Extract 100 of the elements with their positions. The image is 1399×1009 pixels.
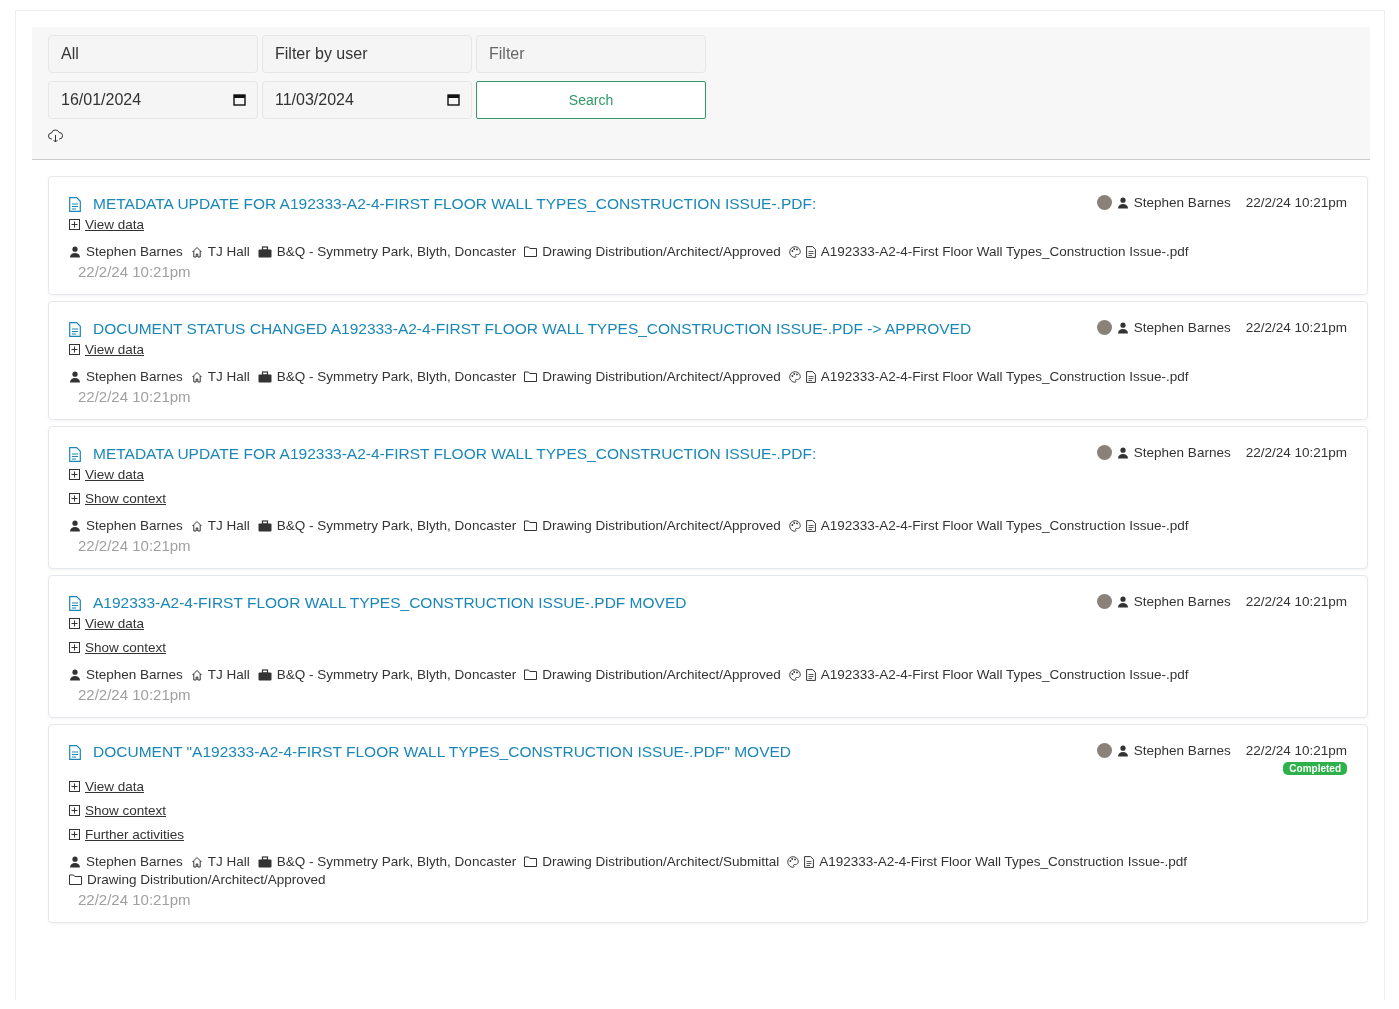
meta-text: A192333-A2-4-First Floor Wall Types_Construction Issue-.pdf	[820, 667, 1189, 682]
expand-icon[interactable]	[69, 805, 80, 816]
expand-icon[interactable]	[69, 469, 80, 480]
folder-icon	[524, 520, 538, 531]
meta-text: TJ Hall	[207, 369, 250, 384]
person-icon	[69, 855, 81, 868]
user-name: Stephen Barnes	[1133, 594, 1231, 609]
palette-icon	[788, 519, 801, 532]
folder-icon	[524, 856, 538, 867]
expand-link[interactable]: View data	[85, 467, 145, 482]
activity-title: DOCUMENT "A192333-A2-4-FIRST FLOOR WALL TYPES_CONSTRUCTION ISSUE-.PDF" MOVED	[93, 743, 792, 761]
expand-link[interactable]: View data	[85, 616, 145, 631]
user-name: Stephen Barnes	[1133, 445, 1231, 460]
meta-text: A192333-A2-4-First Floor Wall Types_Construction Issue-.pdf	[820, 369, 1189, 384]
timestamp: 22/2/24 10:21pm	[1245, 445, 1347, 460]
house-icon	[190, 519, 203, 532]
meta-text: Drawing Distribution/Architect/Submittal	[542, 854, 780, 869]
meta-text: A192333-A2-4-First Floor Wall Types_Construction Issue-.pdf	[819, 854, 1187, 869]
house-icon	[190, 855, 203, 868]
type-select[interactable]: All	[48, 35, 258, 73]
meta-text: B&Q - Symmetry Park, Blyth, Doncaster	[276, 244, 517, 259]
expand-link[interactable]: Further activities	[85, 827, 185, 842]
user-name: Stephen Barnes	[1133, 743, 1231, 758]
palette-icon	[788, 245, 801, 258]
document-icon	[805, 668, 816, 681]
start-date-field[interactable]: 16/01/2024	[48, 81, 258, 119]
palette-icon	[788, 668, 801, 681]
calendar-icon[interactable]	[447, 93, 460, 106]
expand-icon[interactable]	[69, 618, 80, 629]
person-icon	[1116, 744, 1129, 757]
meta-text: B&Q - Symmetry Park, Blyth, Doncaster	[276, 854, 517, 869]
activity-date: 22/2/24 10:21pm	[78, 388, 192, 405]
timestamp: 22/2/24 10:21pm	[1245, 320, 1347, 335]
cloud-download-icon[interactable]	[48, 129, 63, 143]
expand-link[interactable]: View data	[85, 342, 145, 357]
person-icon	[69, 668, 81, 681]
meta-text: Stephen Barnes	[86, 667, 183, 682]
house-icon	[190, 370, 203, 383]
meta-text: Stephen Barnes	[86, 518, 183, 533]
person-icon	[1116, 595, 1129, 608]
document-icon	[69, 321, 81, 337]
meta-text: Drawing Distribution/Architect/Approved	[542, 369, 781, 384]
document-icon	[69, 595, 81, 611]
briefcase-icon	[257, 370, 272, 383]
activity-title: A192333-A2-4-FIRST FLOOR WALL TYPES_CONSTRUCTION ISSUE-.PDF MOVED	[93, 594, 687, 612]
expand-link[interactable]: Show context	[85, 491, 167, 506]
activity-title: DOCUMENT STATUS CHANGED A192333-A2-4-FIRST FLOOR WALL TYPES_CONSTRUCTION ISSUE-.PDF -> APPROVED	[93, 320, 972, 338]
user-select[interactable]: Filter by user	[262, 35, 472, 73]
activity-date: 22/2/24 10:21pm	[78, 891, 192, 908]
document-icon	[804, 855, 815, 868]
document-icon	[69, 446, 81, 462]
meta-text: Drawing Distribution/Architect/Approved	[542, 518, 781, 533]
expand-icon[interactable]	[69, 829, 80, 840]
folder-icon	[69, 874, 82, 885]
expand-link[interactable]: Show context	[85, 803, 167, 818]
search-button[interactable]: Search	[476, 81, 706, 119]
document-icon	[805, 519, 816, 532]
meta-text: Stephen Barnes	[86, 369, 183, 384]
avatar	[1096, 195, 1112, 210]
expand-icon[interactable]	[69, 493, 80, 504]
meta-text: B&Q - Symmetry Park, Blyth, Doncaster	[276, 667, 517, 682]
calendar-icon[interactable]	[233, 93, 246, 106]
person-icon	[69, 370, 81, 383]
activity-date: 22/2/24 10:21pm	[78, 537, 192, 554]
briefcase-icon	[257, 519, 272, 532]
house-icon	[190, 245, 203, 258]
expand-icon[interactable]	[69, 219, 80, 230]
expand-icon[interactable]	[69, 781, 80, 792]
briefcase-icon	[257, 668, 272, 681]
meta-text: TJ Hall	[207, 854, 250, 869]
end-date-field[interactable]: 11/03/2024	[262, 81, 472, 119]
meta-text: Drawing Distribution/Architect/Approved	[87, 872, 326, 887]
document-icon	[805, 245, 816, 258]
folder-icon	[524, 371, 538, 382]
activity-title: METADATA UPDATE FOR A192333-A2-4-FIRST FLOOR WALL TYPES_CONSTRUCTION ISSUE-.PDF:	[93, 445, 817, 463]
expand-link[interactable]: Show context	[85, 640, 167, 655]
person-icon	[1116, 321, 1129, 334]
expand-icon[interactable]	[69, 642, 80, 653]
house-icon	[190, 668, 203, 681]
meta-text: Stephen Barnes	[86, 244, 183, 259]
avatar	[1096, 445, 1112, 460]
document-icon	[69, 196, 81, 212]
timestamp: 22/2/24 10:21pm	[1245, 594, 1347, 609]
meta-text: A192333-A2-4-First Floor Wall Types_Construction Issue-.pdf	[820, 518, 1189, 533]
person-icon	[1116, 196, 1129, 209]
user-name: Stephen Barnes	[1133, 195, 1231, 210]
palette-icon	[788, 370, 801, 383]
expand-link[interactable]: View data	[85, 217, 145, 232]
meta-text: TJ Hall	[207, 518, 250, 533]
filter-field[interactable]: Filter	[476, 35, 706, 73]
palette-icon	[787, 855, 800, 868]
user-name: Stephen Barnes	[1133, 320, 1231, 335]
meta-text: B&Q - Symmetry Park, Blyth, Doncaster	[276, 369, 517, 384]
person-icon	[69, 519, 81, 532]
meta-text: Drawing Distribution/Architect/Approved	[542, 667, 781, 682]
timestamp: 22/2/24 10:21pm	[1245, 743, 1347, 758]
expand-link[interactable]: View data	[85, 779, 145, 794]
expand-icon[interactable]	[69, 344, 80, 355]
activity-title: METADATA UPDATE FOR A192333-A2-4-FIRST FLOOR WALL TYPES_CONSTRUCTION ISSUE-.PDF:	[93, 195, 817, 213]
meta-text: Drawing Distribution/Architect/Approved	[542, 244, 781, 259]
